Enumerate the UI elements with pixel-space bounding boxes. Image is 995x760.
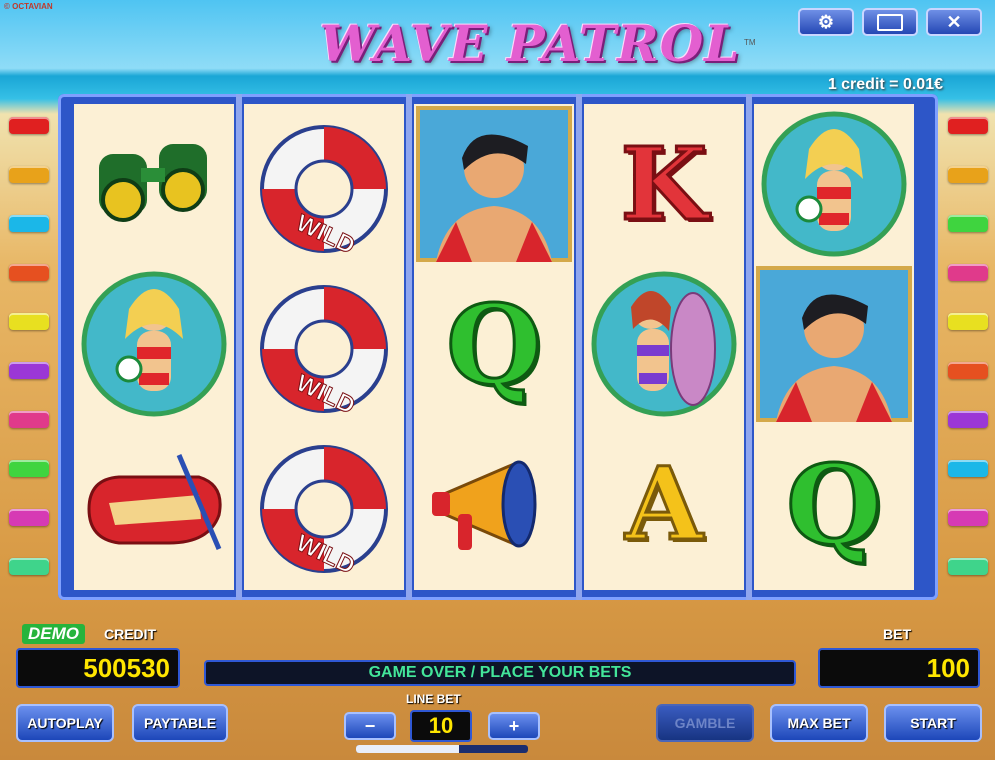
bet-display: 100 <box>818 648 980 688</box>
payline-indicator[interactable] <box>948 313 988 330</box>
reel-3: Q <box>414 104 574 590</box>
bet-label: BET <box>883 626 911 642</box>
letter-q: Q <box>445 278 544 410</box>
reel-1 <box>74 104 234 590</box>
credit-display: 500530 <box>16 648 180 688</box>
close-button[interactable]: ✕ <box>926 8 982 36</box>
wild-lifebuoy-symbol: WILD <box>244 264 404 424</box>
payline-indicator[interactable] <box>9 264 49 281</box>
credit-rate: 1 credit = 0.01€ <box>827 76 943 93</box>
max-bet-button[interactable]: MAX BET <box>770 704 868 742</box>
reel-separator <box>406 94 412 600</box>
reel-separator <box>236 94 242 600</box>
line-bet-decrease-button[interactable]: − <box>344 712 396 740</box>
reel-frame: WILD WILD WILD Q K A Q <box>58 94 938 600</box>
lifeguard-man-symbol <box>754 264 914 424</box>
payline-indicator[interactable] <box>9 558 49 575</box>
wild-lifebuoy-symbol: WILD <box>244 424 404 584</box>
payline-indicator[interactable] <box>9 215 49 232</box>
payline-indicator[interactable] <box>948 117 988 134</box>
payline-indicator[interactable] <box>9 117 49 134</box>
payline-indicator[interactable] <box>948 411 988 428</box>
demo-badge: DEMO <box>22 624 85 644</box>
letter-a: A <box>624 444 705 565</box>
payline-indicator[interactable] <box>948 264 988 281</box>
payline-indicator[interactable] <box>948 362 988 379</box>
letter-a-symbol: A <box>584 424 744 584</box>
line-bet-progress-fill <box>356 745 460 753</box>
payline-indicator[interactable] <box>948 215 988 232</box>
payline-indicator[interactable] <box>9 166 49 183</box>
trademark-mark: TM <box>744 38 756 47</box>
copyright-text: © OCTAVIAN <box>4 2 53 11</box>
gear-icon: ⚙ <box>817 11 835 32</box>
letter-q-symbol: Q <box>754 424 914 584</box>
game-message: GAME OVER / PLACE YOUR BETS <box>204 660 796 686</box>
payline-indicator[interactable] <box>948 509 988 526</box>
payline-indicator[interactable] <box>948 166 988 183</box>
reel-separator <box>746 94 752 600</box>
reel-2: WILD WILD WILD <box>244 104 404 590</box>
rubber-boat-symbol <box>74 424 234 584</box>
letter-q: Q <box>785 438 884 570</box>
letter-k: K <box>619 124 709 245</box>
payline-indicator[interactable] <box>9 460 49 477</box>
line-bet-progress <box>356 745 528 753</box>
settings-button[interactable]: ⚙ <box>798 8 854 36</box>
reel-5: Q <box>754 104 914 590</box>
lifeguard-man-symbol <box>414 104 574 264</box>
reel-separator <box>576 94 582 600</box>
megaphone-symbol <box>414 424 574 584</box>
credit-label: CREDIT <box>104 626 157 642</box>
line-bet-label: LINE BET <box>406 692 461 706</box>
game-title: WAVE PATROL <box>319 14 741 73</box>
line-bet-increase-button[interactable]: + <box>488 712 540 740</box>
payline-indicator[interactable] <box>9 313 49 330</box>
line-bet-display: 10 <box>410 710 472 742</box>
close-icon: ✕ <box>946 11 962 32</box>
wild-lifebuoy-symbol: WILD <box>244 104 404 264</box>
window-button[interactable] <box>862 8 918 36</box>
payline-indicator[interactable] <box>9 509 49 526</box>
reel-4: K A <box>584 104 744 590</box>
surfer-girl-symbol <box>584 264 744 424</box>
paytable-button[interactable]: PAYTABLE <box>132 704 228 742</box>
letter-q-symbol: Q <box>414 264 574 424</box>
payline-indicator[interactable] <box>9 362 49 379</box>
payline-indicator[interactable] <box>948 558 988 575</box>
letter-k-symbol: K <box>584 104 744 264</box>
payline-indicator[interactable] <box>9 411 49 428</box>
payline-indicator[interactable] <box>948 460 988 477</box>
autoplay-button[interactable]: AUTOPLAY <box>16 704 114 742</box>
lifeguard-girl-symbol <box>74 264 234 424</box>
start-button[interactable]: START <box>884 704 982 742</box>
lifeguard-girl-symbol <box>754 104 914 264</box>
binoculars-symbol <box>74 104 234 264</box>
gamble-button[interactable]: GAMBLE <box>656 704 754 742</box>
window-icon <box>877 13 903 31</box>
